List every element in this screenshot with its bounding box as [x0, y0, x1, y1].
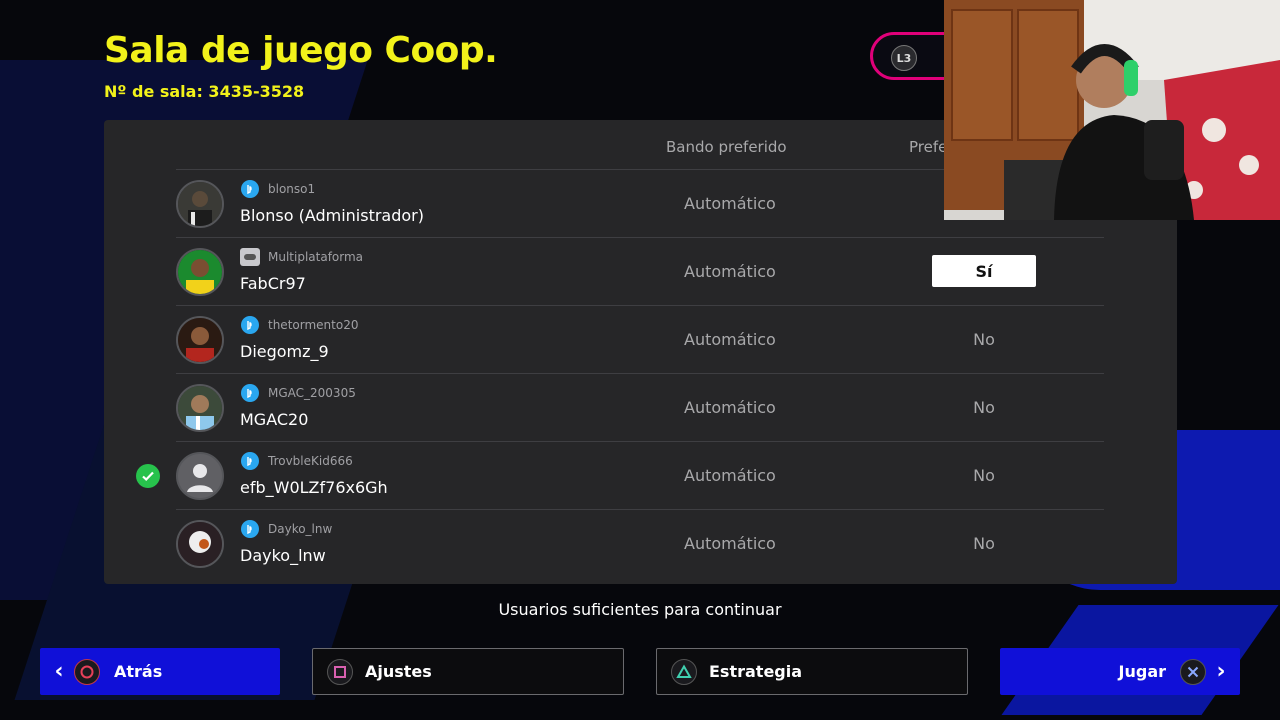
player-row[interactable]: Multiplataforma FabCr97 Automático Sí: [104, 238, 1177, 306]
column-header-side: Bando preferido: [666, 138, 787, 156]
preferred-side: Automático: [684, 466, 776, 485]
ready-check-icon: [136, 464, 160, 488]
player-row[interactable]: thetormento20 Diegomz_9 Automático No: [104, 306, 1177, 374]
avatar: [176, 316, 224, 364]
ps-icon: [240, 384, 260, 402]
online-id: Dayko_lnw: [268, 522, 333, 536]
play-button[interactable]: Jugar ›: [1000, 648, 1240, 695]
ps-icon: [240, 452, 260, 470]
settings-button[interactable]: Ajustes: [312, 648, 624, 695]
player-name: Dayko_lnw: [240, 546, 326, 565]
preferred-side: Automático: [684, 194, 776, 213]
avatar: [176, 384, 224, 432]
strategy-label: Estrategia: [709, 662, 803, 681]
preferred-side: Automático: [684, 262, 776, 281]
webcam-overlay: [944, 0, 1280, 220]
player-name: efb_W0LZf76x6Gh: [240, 478, 388, 497]
avatar: [176, 180, 224, 228]
page-title: Sala de juego Coop.: [104, 30, 498, 71]
player-name: FabCr97: [240, 274, 306, 293]
preference-value[interactable]: No: [932, 459, 1036, 491]
player-row[interactable]: Dayko_lnw Dayko_lnw Automático No: [104, 510, 1177, 578]
online-id: MGAC_200305: [268, 386, 356, 400]
preferred-side: Automático: [684, 398, 776, 417]
ps-icon: [240, 316, 260, 334]
square-button-icon: [327, 658, 353, 685]
preferred-side: Automático: [684, 534, 776, 553]
online-id: Multiplataforma: [268, 250, 364, 264]
player-name: Diegomz_9: [240, 342, 329, 361]
online-id: thetormento20: [268, 318, 359, 332]
preferred-side: Automático: [684, 330, 776, 349]
avatar: [176, 248, 224, 296]
preference-value[interactable]: No: [932, 323, 1036, 355]
player-name: MGAC20: [240, 410, 309, 429]
player-row[interactable]: MGAC_200305 MGAC20 Automático No: [104, 374, 1177, 442]
online-id: blonso1: [268, 182, 316, 196]
status-message: Usuarios suficientes para continuar: [498, 600, 782, 619]
room-number: Nº de sala: 3435-3528: [104, 82, 305, 101]
default-avatar-icon: [176, 452, 224, 500]
player-row[interactable]: TrovbleKid666 efb_W0LZf76x6Gh Automático…: [104, 442, 1177, 510]
ps-icon: [240, 520, 260, 538]
play-label: Jugar: [1118, 662, 1166, 681]
triangle-button-icon: [671, 658, 697, 685]
ps-icon: [240, 180, 260, 198]
circle-button-icon: [74, 658, 100, 685]
preference-value[interactable]: No: [932, 527, 1036, 559]
strategy-button[interactable]: Estrategia: [656, 648, 968, 695]
back-button[interactable]: ‹ Atrás: [40, 648, 280, 695]
l3-button-icon: L3: [891, 45, 917, 71]
avatar: [176, 520, 224, 568]
preference-value[interactable]: No: [932, 391, 1036, 423]
settings-label: Ajustes: [365, 662, 432, 681]
column-header-preference: Prefe: [909, 138, 948, 156]
back-label: Atrás: [114, 662, 163, 681]
preference-value[interactable]: Sí: [932, 255, 1036, 287]
gamepad-icon: [240, 248, 260, 266]
player-name: Blonso (Administrador): [240, 206, 424, 225]
online-id: TrovbleKid666: [268, 454, 353, 468]
cross-button-icon: [1180, 658, 1206, 685]
chevron-left-icon: ‹: [54, 659, 64, 684]
chevron-right-icon: ›: [1216, 659, 1226, 684]
